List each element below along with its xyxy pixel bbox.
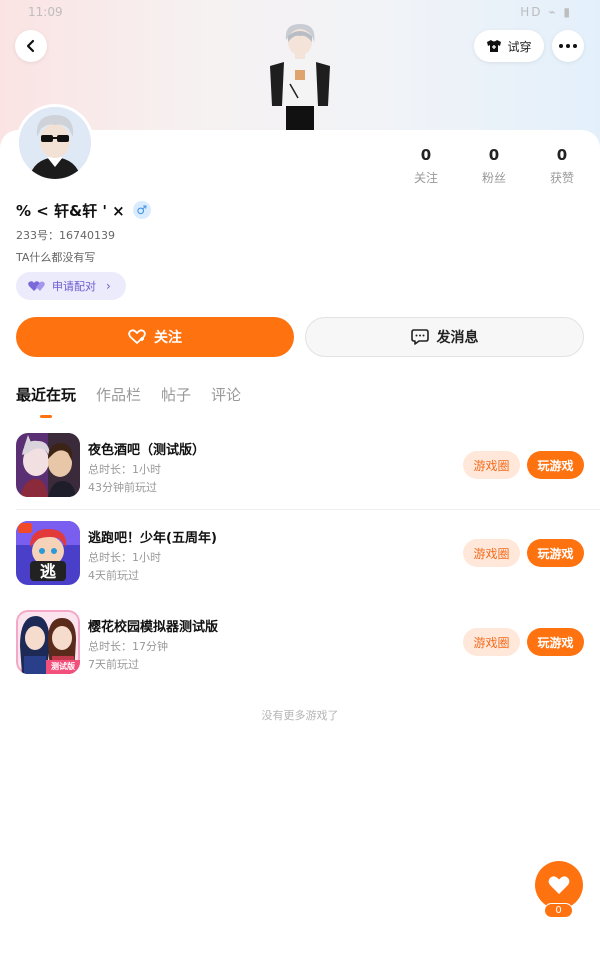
shirt-icon xyxy=(487,40,502,52)
stat-likes-label: 获赞 xyxy=(549,171,574,185)
status-indicators: HD ⌁ ▮ xyxy=(520,5,572,19)
profile-tabs: 最近在玩 作品栏 帖子 评论 xyxy=(16,384,241,418)
like-button[interactable] xyxy=(535,861,583,909)
tab-recently-played[interactable]: 最近在玩 xyxy=(16,384,76,418)
back-button[interactable] xyxy=(15,30,47,62)
gender-male-icon: ♂ xyxy=(132,201,151,219)
follow-label: 关注 xyxy=(154,330,182,346)
avatar[interactable] xyxy=(16,104,94,182)
avatar-3d-figure xyxy=(262,22,338,130)
status-bar: 11:09 HD ⌁ ▮ xyxy=(0,0,600,24)
game-row[interactable]: 夜色酒吧（测试版） 总时长：1小时 43分钟前玩过 游戏圈 玩游戏 xyxy=(0,433,600,513)
stat-following[interactable]: 0 关注 xyxy=(401,146,451,186)
stat-fans-label: 粉丝 xyxy=(481,171,506,185)
profile-uid: 233号：16740139 xyxy=(16,229,115,242)
double-heart-icon xyxy=(28,281,45,291)
stat-likes-value: 0 xyxy=(556,146,568,164)
heart-icon xyxy=(548,876,570,894)
send-message-label: 发消息 xyxy=(436,330,479,346)
game-icon-sakura-school: 测试版 xyxy=(16,610,80,674)
game-duration: 总时长：1小时 xyxy=(88,551,161,564)
back-arrow-icon xyxy=(26,39,35,53)
tab-posts[interactable]: 帖子 xyxy=(161,384,191,418)
apply-match-button[interactable]: 申请配对 › xyxy=(16,272,126,300)
tab-comments[interactable]: 评论 xyxy=(211,384,241,418)
stat-likes[interactable]: 0 获赞 xyxy=(537,146,587,186)
game-title: 夜色酒吧（测试版） xyxy=(88,443,206,458)
more-dots-icon xyxy=(559,44,577,48)
play-game-button[interactable]: 玩游戏 xyxy=(527,628,584,656)
like-count-badge: 0 xyxy=(544,903,573,918)
stat-fans[interactable]: 0 粉丝 xyxy=(469,146,519,186)
game-icon-escape-label: 逃 xyxy=(39,562,56,581)
play-game-button[interactable]: 玩游戏 xyxy=(527,451,584,479)
game-icon-escape: 逃 xyxy=(16,521,80,585)
play-game-button[interactable]: 玩游戏 xyxy=(527,539,584,567)
try-on-label: 试穿 xyxy=(507,39,532,54)
send-message-button[interactable]: 发消息 xyxy=(305,317,584,357)
chat-bubble-icon xyxy=(410,329,429,345)
apply-match-label: 申请配对 xyxy=(52,280,96,293)
game-circle-button[interactable]: 游戏圈 xyxy=(463,451,520,479)
stat-following-value: 0 xyxy=(420,146,432,164)
game-duration: 总时长：17分钟 xyxy=(88,640,168,653)
game-icon-sakura-label: 测试版 xyxy=(51,662,75,671)
status-time: 11:09 xyxy=(28,5,63,19)
game-title: 樱花校园模拟器测试版 xyxy=(88,620,219,635)
game-last-played: 43分钟前玩过 xyxy=(88,481,157,494)
profile-nickname: % < 轩&轩 ' × xyxy=(16,201,125,220)
stat-following-label: 关注 xyxy=(413,171,438,185)
game-row[interactable]: 测试版 樱花校园模拟器测试版 总时长：17分钟 7天前玩过 游戏圈 玩游戏 xyxy=(0,610,600,690)
heart-plus-icon xyxy=(128,329,146,344)
divider xyxy=(16,509,600,510)
game-duration: 总时长：1小时 xyxy=(88,463,161,476)
stat-fans-value: 0 xyxy=(488,146,500,164)
game-circle-button[interactable]: 游戏圈 xyxy=(463,628,520,656)
game-title: 逃跑吧！少年(五周年) xyxy=(88,531,217,546)
game-row[interactable]: 逃 逃跑吧！少年(五周年) 总时长：1小时 4天前玩过 游戏圈 玩游戏 xyxy=(0,521,600,601)
profile-bio: TA什么都没有写 xyxy=(16,251,96,264)
game-last-played: 4天前玩过 xyxy=(88,569,139,582)
try-on-button[interactable]: 试穿 xyxy=(474,30,544,62)
game-circle-button[interactable]: 游戏圈 xyxy=(463,539,520,567)
game-icon-night-bar xyxy=(16,433,80,497)
more-button[interactable] xyxy=(552,30,584,62)
game-last-played: 7天前玩过 xyxy=(88,658,139,671)
profile-nickname-row: % < 轩&轩 ' × ♂ xyxy=(16,200,151,220)
follow-button[interactable]: 关注 xyxy=(16,317,294,357)
chevron-right-icon: › xyxy=(106,279,111,293)
no-more-games-text: 没有更多游戏了 xyxy=(261,709,339,722)
tab-works[interactable]: 作品栏 xyxy=(96,384,141,418)
